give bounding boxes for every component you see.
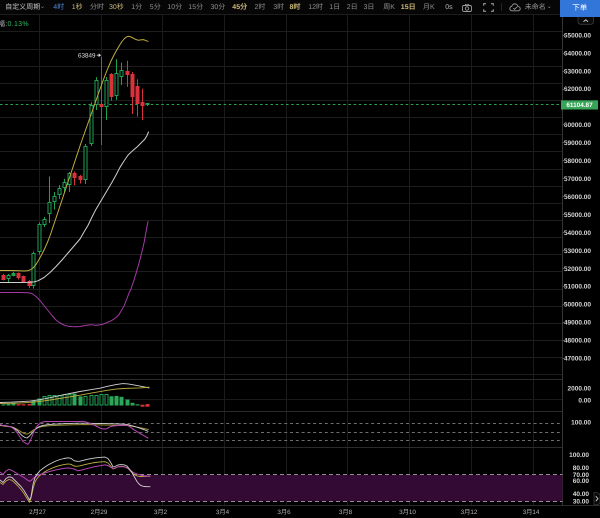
svg-text:56000.00: 56000.00 xyxy=(564,194,591,201)
svg-text:幅:0.13%: 幅:0.13% xyxy=(0,20,29,28)
svg-text:3月2: 3月2 xyxy=(154,509,168,516)
svg-text:0.00: 0.00 xyxy=(578,398,591,405)
svg-text:47000.00: 47000.00 xyxy=(564,356,591,363)
svg-text:64000.00: 64000.00 xyxy=(564,50,591,57)
svg-text:3月8: 3月8 xyxy=(339,509,353,516)
svg-text:54000.00: 54000.00 xyxy=(564,230,591,237)
svg-text:53000.00: 53000.00 xyxy=(564,248,591,255)
svg-text:50000.00: 50000.00 xyxy=(564,302,591,309)
svg-text:65000.00: 65000.00 xyxy=(564,32,591,39)
svg-text:2000.00: 2000.00 xyxy=(568,386,592,393)
svg-text:3月6: 3月6 xyxy=(277,509,291,516)
svg-text:61104.87: 61104.87 xyxy=(566,102,593,109)
svg-text:3月14: 3月14 xyxy=(523,509,540,516)
svg-text:59000.00: 59000.00 xyxy=(564,140,591,147)
svg-text:58000.00: 58000.00 xyxy=(564,158,591,165)
svg-text:3月12: 3月12 xyxy=(461,509,478,516)
svg-text:55000.00: 55000.00 xyxy=(564,212,591,219)
svg-text:2月29: 2月29 xyxy=(91,509,108,516)
svg-text:40.00: 40.00 xyxy=(573,491,590,498)
svg-text:63849: 63849 xyxy=(78,52,96,59)
svg-text:63000.00: 63000.00 xyxy=(564,68,591,75)
svg-text:100.00: 100.00 xyxy=(571,420,591,427)
svg-text:3月4: 3月4 xyxy=(216,509,230,516)
svg-text:60000.00: 60000.00 xyxy=(564,122,591,129)
svg-text:2月27: 2月27 xyxy=(29,509,46,516)
svg-text:60.00: 60.00 xyxy=(573,478,590,485)
svg-text:52000.00: 52000.00 xyxy=(564,266,591,273)
svg-text:62000.00: 62000.00 xyxy=(564,86,591,93)
svg-text:100.00: 100.00 xyxy=(569,452,589,459)
svg-text:48000.00: 48000.00 xyxy=(564,338,591,345)
svg-text:49000.00: 49000.00 xyxy=(564,320,591,327)
svg-text:30.00: 30.00 xyxy=(573,499,590,506)
svg-text:51000.00: 51000.00 xyxy=(564,284,591,291)
svg-text:57000.00: 57000.00 xyxy=(564,176,591,183)
svg-text:3月10: 3月10 xyxy=(399,509,416,516)
